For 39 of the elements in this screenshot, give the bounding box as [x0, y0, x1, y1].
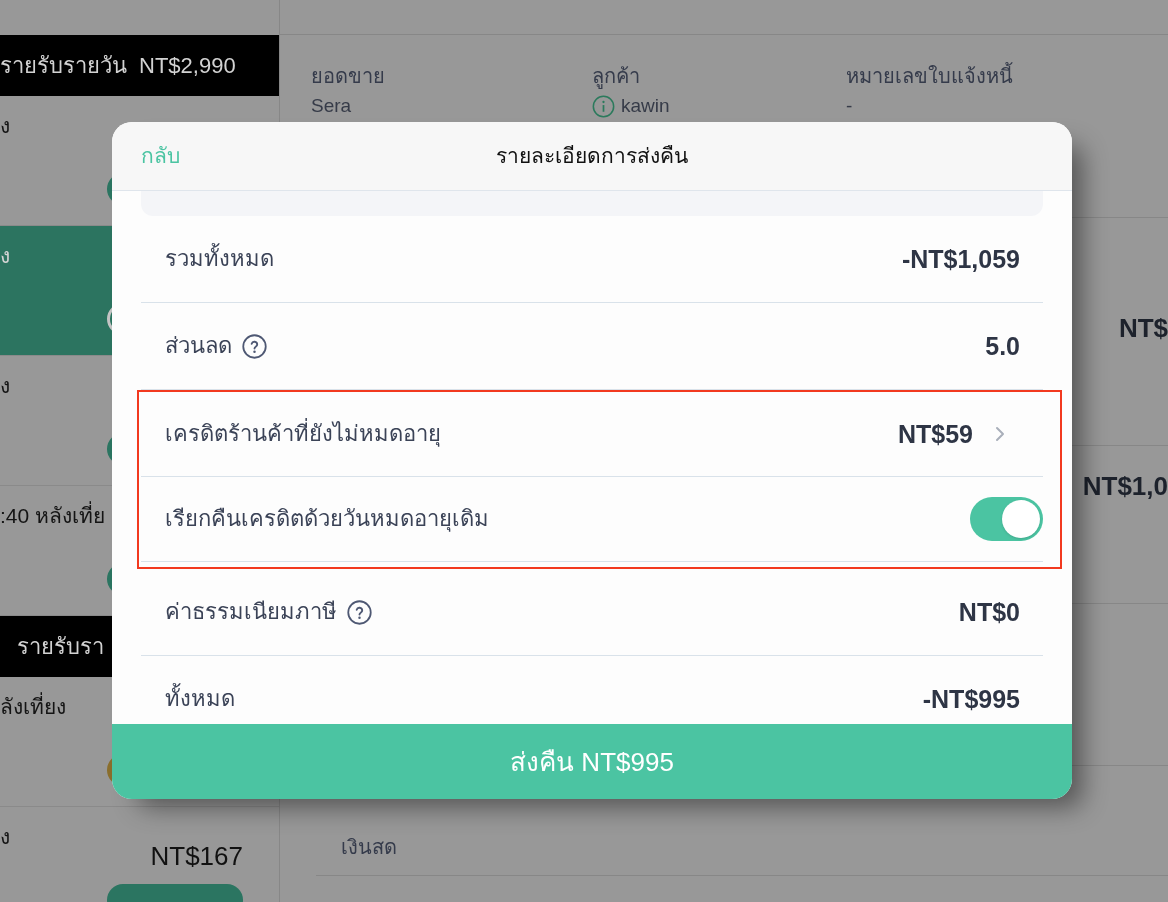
order-time: ง — [0, 373, 10, 399]
field-label: ลูกค้า — [592, 64, 640, 90]
order-time: ง — [0, 824, 10, 850]
order-time: :40 หลังเที่ย — [0, 502, 106, 530]
section-total: NT$2,990 — [139, 52, 236, 80]
row-label: ค่าธรรมเนียมภาษี — [165, 598, 337, 626]
toggle-switch[interactable] — [970, 497, 1043, 541]
row-value: -NT$1,059 — [901, 244, 1020, 274]
item-amount: NT$ — [1118, 314, 1168, 342]
row-label: เรียกคืนเครดิตด้วยวันหมดอายุเดิม — [165, 505, 489, 534]
order-amount: NT$167 — [150, 842, 243, 870]
help-icon — [347, 599, 372, 625]
row-value: -NT$995 — [922, 684, 1020, 714]
row-label: ส่วนลด — [165, 332, 232, 360]
payment-method: เงินสด — [341, 836, 397, 858]
section-title: รายรับรา — [17, 633, 104, 661]
chevron-right-icon — [995, 426, 1005, 442]
order-row[interactable]: ง NT$167 — [0, 807, 279, 902]
section-title: รายรับรายวัน — [0, 52, 127, 80]
row-value: NT$59 — [897, 419, 973, 449]
order-time: ง — [0, 243, 10, 269]
item-amount: NT$1,0 — [1082, 472, 1168, 500]
dialog-title: รายละเอียดการส่งคืน — [496, 143, 688, 169]
submit-button[interactable]: ส่งคืน NT$995 — [112, 724, 1072, 799]
field-value: - — [846, 94, 853, 118]
info-icon — [592, 94, 615, 118]
field-value: Sera — [311, 94, 352, 118]
customer-name[interactable]: kawin — [621, 94, 670, 118]
row-label: รวมทั้งหมด — [165, 244, 274, 274]
field-label: หมายเลขใบแจ้งหนี้ — [846, 62, 1013, 90]
row-label: ทั้งหมด — [165, 684, 235, 714]
back-button[interactable]: กลับ — [141, 142, 180, 170]
order-time: ง — [0, 113, 10, 139]
row-label: เครดิตร้านค้าที่ยังไม่หมดอายุ — [165, 419, 441, 449]
order-time: ลังเที่ยง — [0, 693, 66, 721]
row-value: NT$0 — [958, 597, 1020, 627]
field-label: ยอดขาย — [311, 64, 385, 89]
help-icon — [242, 333, 267, 359]
row-value: 5.0 — [985, 331, 1020, 361]
